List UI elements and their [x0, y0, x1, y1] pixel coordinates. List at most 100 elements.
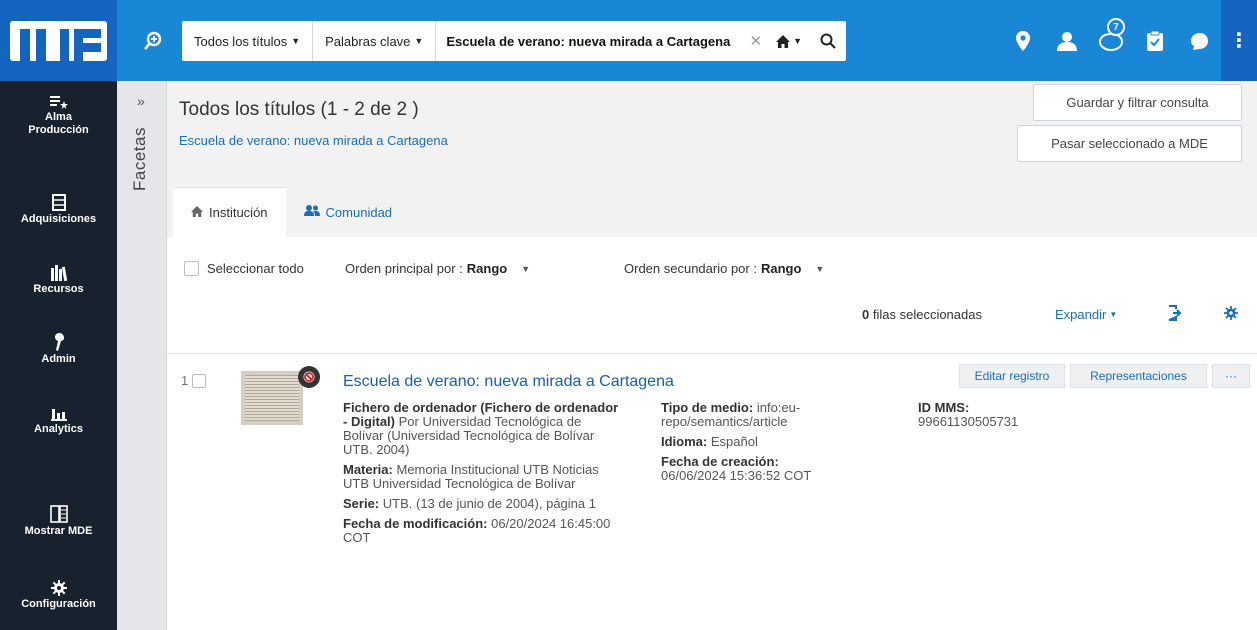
notifications-icon[interactable]: 7	[1089, 0, 1133, 81]
record-modified: Fecha de modificación: 06/20/2024 16:45:…	[343, 517, 623, 545]
ledger-icon	[51, 191, 66, 211]
search-query-link[interactable]: Escuela de verano: nueva mirada a Cartag…	[179, 133, 448, 148]
move-selected-to-mde-button[interactable]: Pasar seleccionado a MDE	[1017, 125, 1242, 162]
notification-badge: 7	[1107, 18, 1125, 36]
chevron-down-icon: ▼	[815, 263, 825, 274]
nav-label: Producción	[28, 124, 89, 136]
modified-label: Fecha de modificación:	[343, 516, 488, 531]
search-scope-label: Todos los títulos	[194, 33, 288, 49]
selected-count: 0	[862, 307, 870, 322]
result-checkbox[interactable]	[192, 373, 207, 388]
result-tabs: Institución Comunidad	[173, 187, 410, 237]
wrench-icon	[53, 331, 65, 351]
nav-item-alma-produccion[interactable]: Alma Producción	[0, 89, 117, 137]
settings-gear-icon[interactable]	[1224, 306, 1238, 323]
expand-label: Expandir	[1055, 307, 1107, 322]
chevron-down-icon: ▼	[793, 36, 802, 46]
nav-item-recursos[interactable]: Recursos	[0, 261, 117, 296]
facets-label: Facetas	[130, 127, 149, 191]
page-title: Todos los títulos (1 - 2 de 2 )	[179, 99, 419, 120]
record-title-link[interactable]: Escuela de verano: nueva mirada a Cartag…	[343, 373, 674, 391]
secondary-sort-value: Rango	[760, 261, 802, 276]
secondary-sort-label: Orden secundario por :	[624, 261, 757, 276]
record-thumbnail[interactable]	[241, 371, 303, 425]
tab-institucion[interactable]: Institución	[173, 187, 286, 237]
primary-sort-value: Rango	[466, 261, 508, 276]
selected-rows-status: 0 filas seleccionadas	[862, 307, 982, 322]
record-mms-id: ID MMS: 99661130505731	[918, 401, 1118, 429]
top-icons: 7 ⋮	[1001, 0, 1257, 81]
home-icon	[191, 205, 203, 220]
nav-item-admin[interactable]: Admin	[0, 331, 117, 366]
search-bar: Todos los títulos ▼ Palabras clave ▼ ✕ ▼	[182, 21, 846, 61]
nav-label: Alma	[45, 111, 72, 123]
search-icon	[820, 33, 836, 49]
left-navigation: Alma Producción Adquisiciones Recursos A…	[0, 81, 117, 630]
clipboard-icon[interactable]	[1133, 0, 1177, 81]
mde-icon	[49, 503, 68, 523]
search-scope-dropdown[interactable]: Todos los títulos ▼	[182, 21, 314, 61]
search-button[interactable]	[810, 21, 846, 61]
no-access-icon	[298, 366, 320, 388]
record-id-column: ID MMS: 99661130505731	[918, 401, 1118, 435]
chevron-down-icon: ▼	[1109, 310, 1118, 319]
chat-icon[interactable]	[1177, 0, 1221, 81]
expand-facets-icon[interactable]: »	[137, 93, 145, 109]
nav-item-adquisiciones[interactable]: Adquisiciones	[0, 191, 117, 226]
nav-item-configuracion[interactable]: Configuración	[0, 576, 117, 611]
tab-comunidad[interactable]: Comunidad	[286, 187, 411, 237]
language-value: Español	[710, 434, 758, 449]
save-filter-query-button[interactable]: Guardar y filtrar consulta	[1033, 84, 1242, 121]
mms-value: 99661130505731	[918, 414, 1019, 429]
mms-label: ID MMS:	[918, 400, 970, 415]
select-all-label: Seleccionar todo	[207, 261, 304, 276]
result-number: 1	[181, 373, 189, 388]
gear-icon	[50, 576, 67, 596]
user-icon[interactable]	[1045, 0, 1089, 81]
record-language: Idioma: Español	[661, 435, 861, 449]
chevron-down-icon: ▼	[521, 263, 531, 274]
clear-search-icon[interactable]: ✕	[744, 32, 769, 50]
nav-label: Mostrar MDE	[24, 525, 93, 537]
nav-label: Configuración	[21, 598, 96, 610]
zoom-search-icon[interactable]	[133, 24, 173, 58]
nav-item-mostrar-mde[interactable]: Mostrar MDE	[0, 503, 117, 538]
search-field-dropdown[interactable]: Palabras clave ▼	[313, 21, 437, 61]
chevron-down-icon: ▼	[414, 36, 424, 46]
representations-button[interactable]: Representaciones	[1070, 364, 1207, 388]
primary-sort-dropdown[interactable]: Orden principal por : Rango ▼	[345, 261, 530, 276]
nav-label: Admin	[41, 353, 76, 365]
record-format: Fichero de ordenador (Fichero de ordenad…	[343, 401, 623, 457]
search-field-label: Palabras clave	[325, 33, 411, 49]
nav-label: Analytics	[34, 423, 83, 435]
nav-item-analytics[interactable]: Analytics	[0, 401, 117, 436]
select-all-checkbox[interactable]	[184, 261, 199, 276]
tab-label: Institución	[209, 205, 268, 220]
expand-dropdown[interactable]: Expandir ▼	[1055, 307, 1117, 322]
more-vertical-icon[interactable]: ⋮	[1221, 0, 1257, 81]
search-input[interactable]	[436, 21, 744, 61]
logo-mark	[10, 20, 107, 61]
export-icon[interactable]	[1167, 305, 1183, 324]
home-icon	[776, 34, 791, 48]
institution-logo[interactable]	[0, 0, 117, 81]
result-index: 1	[181, 373, 207, 388]
record-created: Fecha de creación: 06/06/2024 15:36:52 C…	[661, 455, 861, 483]
more-actions-button[interactable]: ···	[1212, 364, 1250, 388]
record-media-type: Tipo de medio: info:eu-repo/semantics/ar…	[661, 401, 861, 429]
selected-rows-label: filas seleccionadas	[872, 307, 982, 322]
top-bar: Todos los títulos ▼ Palabras clave ▼ ✕ ▼…	[0, 0, 1257, 81]
series-label: Serie:	[343, 496, 380, 511]
main-content: Todos los títulos (1 - 2 de 2 ) Escuela …	[167, 81, 1257, 630]
record-subject: Materia: Memoria Institucional UTB Notic…	[343, 463, 623, 491]
result-row: 1 Escuela de verano: nueva mirada a Cart…	[167, 353, 1257, 630]
primary-sort-label: Orden principal por :	[345, 261, 463, 276]
location-pin-icon[interactable]	[1001, 0, 1045, 81]
edit-record-button[interactable]: Editar registro	[959, 364, 1065, 388]
secondary-sort-dropdown[interactable]: Orden secundario por : Rango ▼	[624, 261, 824, 276]
created-value: 06/06/2024 15:36:52 COT	[661, 468, 812, 483]
search-context-dropdown[interactable]: ▼	[768, 34, 810, 48]
facets-panel[interactable]: » Facetas	[117, 81, 167, 630]
select-all-control[interactable]: Seleccionar todo	[184, 261, 304, 276]
list-star-icon	[49, 89, 68, 109]
